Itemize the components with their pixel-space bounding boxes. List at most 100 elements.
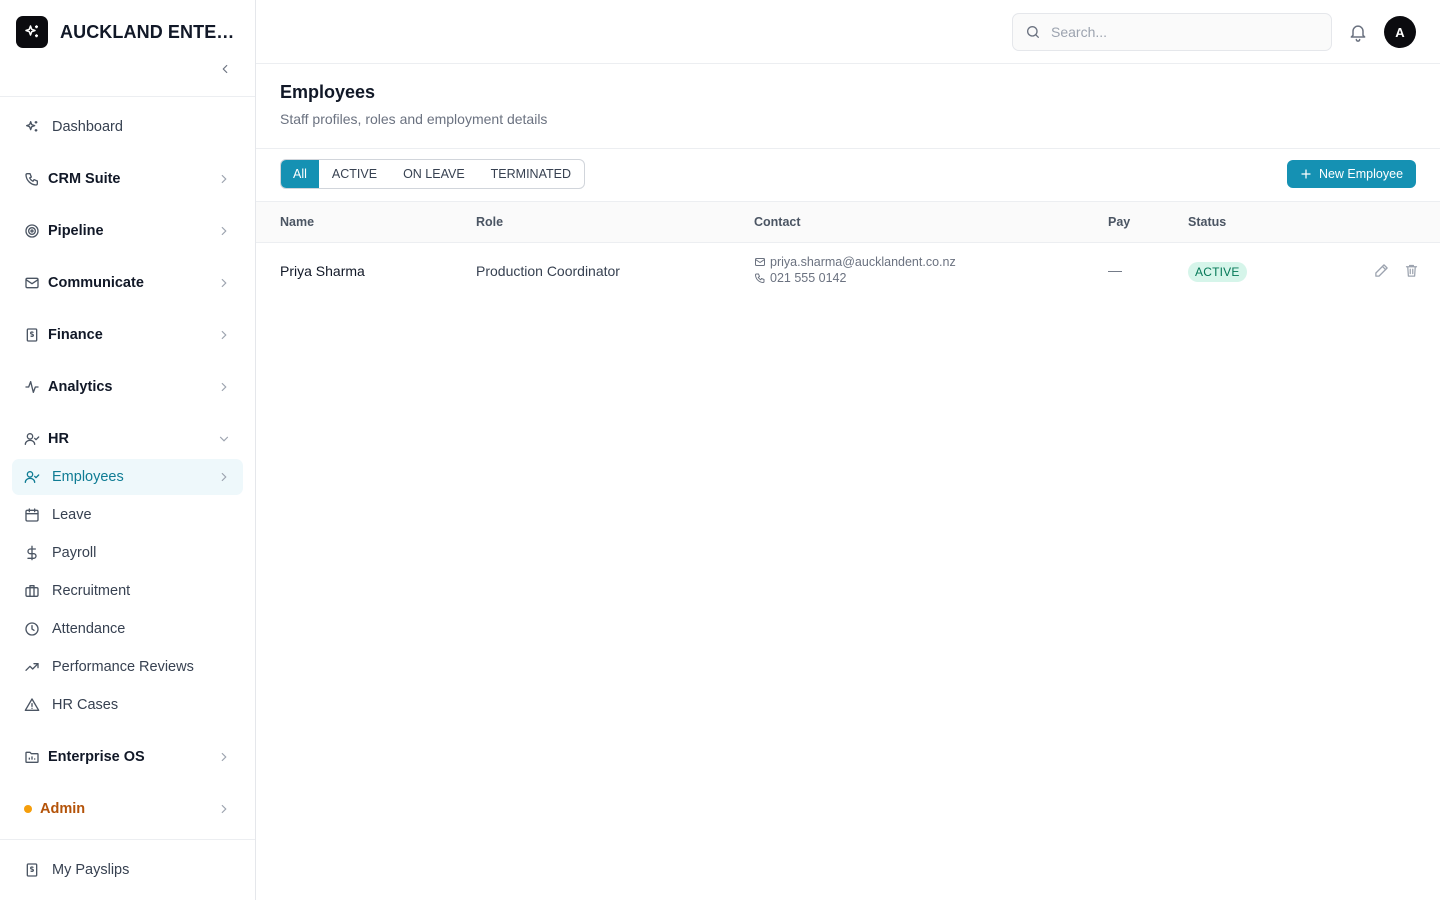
- sidebar-item-label: HR: [48, 431, 69, 447]
- alert-triangle-icon: [24, 697, 40, 713]
- collapse-sidebar-button[interactable]: [216, 60, 234, 78]
- search-input[interactable]: [1051, 24, 1311, 40]
- user-check-icon: [24, 431, 40, 447]
- receipt-icon: [24, 327, 40, 343]
- employee-role: Production Coordinator: [476, 263, 620, 279]
- employee-name[interactable]: Priya Sharma: [280, 263, 365, 279]
- brand[interactable]: AUCKLAND ENTERPRISES: [16, 16, 240, 48]
- sidebar-item-crm-suite[interactable]: CRM Suite: [12, 161, 243, 197]
- sidebar-item-dashboard[interactable]: Dashboard: [12, 109, 243, 145]
- sidebar-item-label: Enterprise OS: [48, 749, 145, 765]
- tab-all[interactable]: All: [281, 160, 319, 188]
- sidebar-item-label: Pipeline: [48, 223, 104, 239]
- employee-phone[interactable]: 021 555 0142: [754, 271, 846, 285]
- sidebar-item-hr[interactable]: HR: [12, 421, 243, 457]
- chevron-right-icon: [221, 174, 227, 184]
- calendar-icon: [24, 507, 40, 523]
- employee-email[interactable]: priya.sharma@aucklandent.co.nz: [754, 255, 956, 269]
- target-icon: [24, 223, 40, 239]
- clock-icon: [24, 621, 40, 637]
- sidebar-item-label: Recruitment: [52, 583, 131, 599]
- sidebar-item-recruitment[interactable]: Recruitment: [12, 573, 243, 609]
- dollar-icon: [24, 545, 40, 561]
- new-employee-label: New Employee: [1318, 167, 1404, 181]
- phone-icon: [755, 273, 765, 283]
- sidebar-item-label: HR Cases: [52, 697, 119, 713]
- mail-icon: [755, 258, 765, 266]
- chevron-right-icon: [221, 226, 227, 236]
- employee-phone-text: 021 555 0142: [770, 271, 847, 285]
- sidebar-item-label: Analytics: [48, 379, 113, 395]
- sidebar-item-performance-reviews[interactable]: Performance Reviews: [12, 649, 243, 685]
- status-dot-icon: [24, 805, 32, 813]
- activity-icon: [24, 379, 40, 395]
- avatar[interactable]: A: [1384, 16, 1416, 48]
- trash-icon: [1405, 264, 1418, 277]
- sparkles-icon: [24, 119, 40, 135]
- sidebar-item-label: Finance: [48, 327, 103, 343]
- top-bar: A: [256, 0, 1440, 64]
- edit-button[interactable]: [1374, 263, 1389, 278]
- column-header-status[interactable]: Status: [1188, 215, 1226, 229]
- chevron-right-icon: [221, 382, 227, 392]
- sidebar-item-communicate[interactable]: Communicate: [12, 265, 243, 301]
- user-check-icon: [24, 469, 40, 485]
- sidebar-item-my-payslips[interactable]: My Payslips: [12, 852, 243, 888]
- brand-name: AUCKLAND ENTERPRISES: [60, 21, 240, 42]
- page-title: Employees: [280, 82, 376, 102]
- delete-button[interactable]: [1404, 263, 1419, 278]
- folder-icon: [24, 749, 40, 765]
- pencil-icon: [1375, 264, 1388, 277]
- sidebar-item-label: Communicate: [48, 275, 144, 291]
- notifications-button[interactable]: [1348, 22, 1368, 42]
- tab-on-leave[interactable]: ON LEAVE: [390, 160, 478, 188]
- trending-up-icon: [24, 659, 40, 675]
- mail-icon: [24, 275, 40, 291]
- column-header-name[interactable]: Name: [280, 215, 314, 229]
- column-header-contact[interactable]: Contact: [754, 215, 801, 229]
- sidebar: AUCKLAND ENTERPRISES Dashboard CRM Suite…: [0, 0, 256, 900]
- sidebar-item-attendance[interactable]: Attendance: [12, 611, 243, 647]
- sidebar-item-payroll[interactable]: Payroll: [12, 535, 243, 571]
- table-header: Name Role Contact Pay Status: [256, 201, 1440, 243]
- new-employee-button[interactable]: New Employee: [1287, 160, 1416, 188]
- sparkles-icon: [16, 16, 48, 48]
- chevron-right-icon: [221, 752, 227, 762]
- sidebar-item-leave[interactable]: Leave: [12, 497, 243, 533]
- sidebar-item-label: CRM Suite: [48, 171, 121, 187]
- column-header-role[interactable]: Role: [476, 215, 503, 229]
- employee-email-text: priya.sharma@aucklandent.co.nz: [770, 255, 956, 269]
- chevron-left-icon: [222, 64, 228, 74]
- sidebar-item-admin[interactable]: Admin: [12, 791, 243, 827]
- sidebar-item-enterprise-os[interactable]: Enterprise OS: [12, 739, 243, 775]
- search-icon: [1027, 26, 1039, 38]
- tab-active[interactable]: ACTIVE: [319, 160, 390, 188]
- chevron-right-icon: [221, 804, 227, 814]
- sidebar-item-analytics[interactable]: Analytics: [12, 369, 243, 405]
- sidebar-item-label: Leave: [52, 507, 92, 523]
- table-row[interactable]: Priya Sharma Production Coordinator priy…: [256, 243, 1440, 299]
- header-divider: [256, 148, 1440, 149]
- sidebar-item-label: Payroll: [52, 545, 97, 561]
- chevron-right-icon: [221, 330, 227, 340]
- plus-icon: [1301, 169, 1311, 179]
- chevron-down-icon: [219, 436, 229, 442]
- chevron-right-icon: [221, 472, 227, 482]
- sidebar-item-finance[interactable]: Finance: [12, 317, 243, 353]
- phone-icon: [24, 171, 40, 187]
- tab-terminated[interactable]: TERMINATED: [478, 160, 584, 188]
- sidebar-item-hr-cases[interactable]: HR Cases: [12, 687, 243, 723]
- page-subtitle: Staff profiles, roles and employment det…: [280, 111, 548, 127]
- column-header-pay[interactable]: Pay: [1108, 215, 1130, 229]
- sidebar-divider: [0, 839, 255, 840]
- sidebar-item-pipeline[interactable]: Pipeline: [12, 213, 243, 249]
- employee-pay: —: [1108, 262, 1122, 278]
- bell-icon: [1350, 25, 1366, 42]
- sidebar-item-label: Attendance: [52, 621, 126, 637]
- search-box[interactable]: [1012, 13, 1332, 51]
- sidebar-item-label: Employees: [52, 469, 124, 485]
- receipt-icon: [24, 862, 40, 878]
- sidebar-item-employees[interactable]: Employees: [12, 459, 243, 495]
- sidebar-item-label: Performance Reviews: [52, 659, 194, 675]
- status-badge: ACTIVE: [1188, 262, 1247, 282]
